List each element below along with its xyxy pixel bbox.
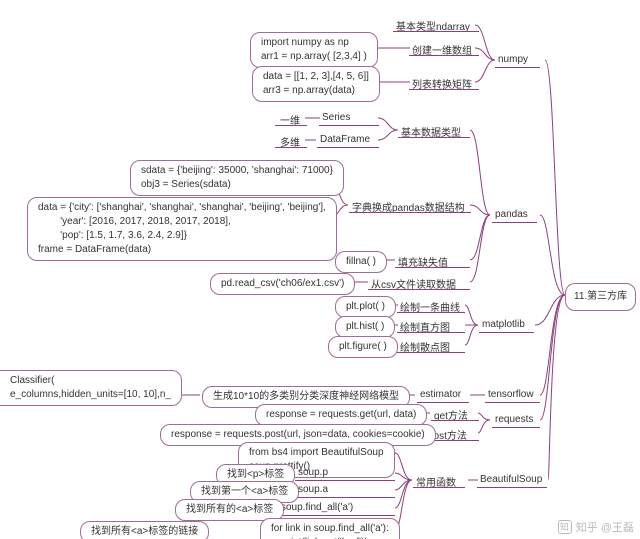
underline (431, 420, 479, 421)
underline (409, 89, 479, 90)
tf-est: estimator (420, 389, 461, 400)
bs4-p: soup.p (298, 467, 328, 478)
numpy-create1d-code: import numpy as np arr1 = np.array( [2,3… (250, 32, 378, 68)
req-get-code: response = requests.get(url, data) (255, 404, 427, 426)
underline (492, 427, 540, 428)
underline (409, 55, 479, 56)
pandas-series: Series (322, 112, 350, 123)
underline (319, 125, 379, 126)
underline (397, 352, 465, 353)
underline (397, 332, 465, 333)
bs4-a: soup.a (298, 484, 328, 495)
underline (368, 289, 470, 290)
bs4-findall: soup.find_all('a') (281, 502, 353, 513)
watermark: 知乎 @王磊 (558, 519, 634, 535)
underline (417, 402, 469, 403)
underline (349, 212, 471, 213)
underline (413, 487, 465, 488)
tf-clf-code: Classifier( e_columns,hidden_units=[10, … (0, 370, 182, 406)
branch-tensorflow[interactable]: tensorflow (488, 389, 534, 400)
numpy-list2mat-code: data = [[1, 2, 3],[4, 5, 6]] arr3 = np.a… (252, 66, 380, 102)
mpl-plot: plt.plot( ) (335, 296, 396, 318)
underline (295, 497, 395, 498)
underline (397, 312, 465, 313)
pandas-readcsv-code: pd.read_csv('ch06/ex1.csv') (210, 273, 355, 295)
branch-bs4[interactable]: BeautifulSoup (480, 474, 542, 485)
branch-numpy[interactable]: numpy (498, 54, 528, 65)
underline (275, 147, 307, 148)
underline (275, 125, 307, 126)
pandas-dataframe: DataFrame (320, 134, 370, 145)
pandas-dict-code1: sdata = {'beijing': 35000, 'shanghai': 7… (130, 160, 344, 196)
branch-matplotlib[interactable]: matplotlib (482, 319, 525, 330)
underline (495, 67, 540, 68)
mpl-hist: plt.hist( ) (335, 316, 395, 338)
pandas-fillna: fillna( ) (335, 251, 387, 273)
underline (295, 480, 395, 481)
zhihu-icon (558, 520, 572, 534)
bs4-loop-code: for link in soup.find_all('a'): print(li… (260, 518, 400, 539)
underline (395, 267, 470, 268)
underline (479, 332, 534, 333)
mpl-figure: plt.figure( ) (328, 336, 398, 358)
bs4-href-desc: 找到所有<a>标签的链接 (80, 521, 209, 539)
underline (492, 222, 537, 223)
underline (317, 147, 379, 148)
underline (485, 402, 540, 403)
branch-pandas[interactable]: pandas (495, 209, 528, 220)
branch-requests[interactable]: requests (495, 414, 533, 425)
root-node[interactable]: 11.第三方库 (565, 283, 636, 311)
underline (278, 515, 395, 516)
underline (477, 487, 547, 488)
pandas-dict-code2: data = {'city': ['shanghai', 'shanghai',… (27, 197, 337, 261)
watermark-text: 知乎 @王磊 (576, 519, 634, 535)
underline (398, 137, 470, 138)
underline (393, 31, 479, 32)
